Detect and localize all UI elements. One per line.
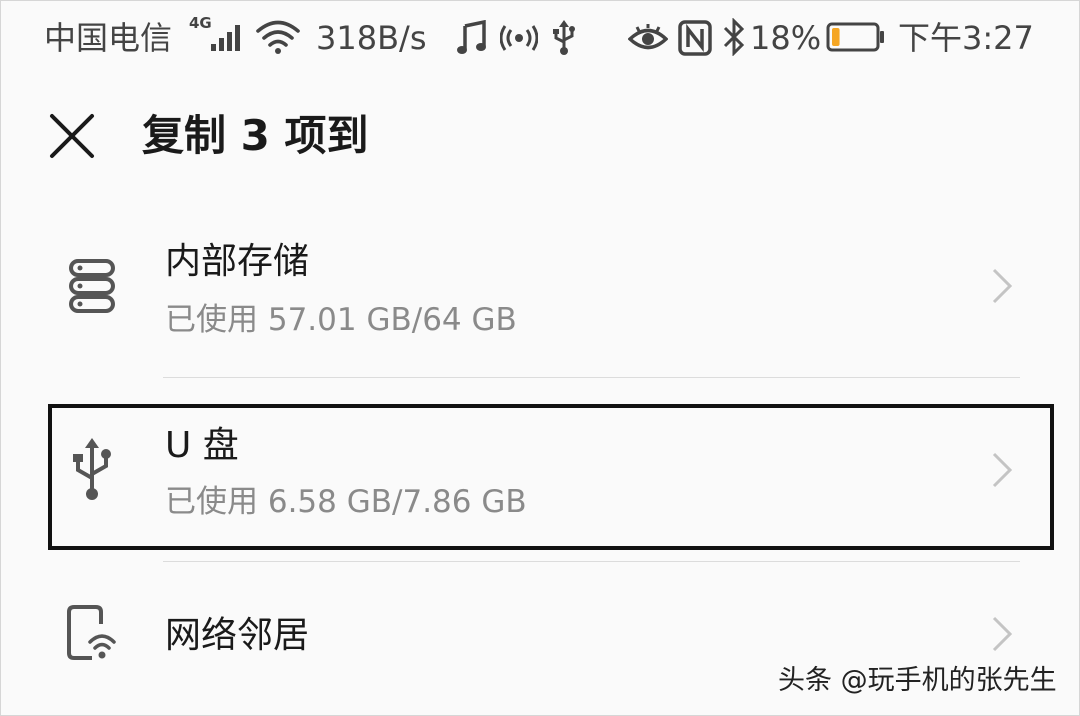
- music-icon: [457, 20, 486, 54]
- clock: 下午3:27: [898, 19, 1034, 57]
- storage-icon: [69, 259, 115, 313]
- network-speed: 318B/s: [316, 19, 427, 57]
- close-icon[interactable]: [46, 110, 98, 162]
- location-item-internal-storage[interactable]: 内部存储 已使用 57.01 GB/64 GB: [0, 220, 1080, 380]
- battery-percent: 18%: [750, 19, 822, 57]
- wifi-icon: [256, 20, 300, 54]
- watermark: 头条 @玩手机的张先生: [778, 665, 1057, 696]
- location-usage: 已使用 57.01 GB/64 GB: [165, 302, 517, 338]
- network-neighborhood-icon: [67, 605, 116, 660]
- nfc-icon: [678, 20, 712, 56]
- highlight-box: [48, 404, 1054, 550]
- hotspot-icon: [500, 25, 538, 51]
- location-title: 网络邻居: [165, 615, 310, 656]
- location-title: 内部存储: [165, 241, 310, 282]
- usb-icon: [553, 20, 575, 55]
- status-bar: 中国电信 4G 318B/s 18% 下午3:27: [0, 0, 1080, 78]
- chevron-right-icon: [992, 616, 1013, 652]
- network-type: 4G: [189, 14, 212, 32]
- divider: [163, 377, 1020, 378]
- eye-icon: [628, 24, 668, 50]
- bluetooth-icon: [723, 18, 745, 56]
- carrier-name: 中国电信: [44, 19, 173, 57]
- chevron-right-icon: [992, 268, 1013, 304]
- signal-icon: [211, 25, 240, 51]
- page-title: 复制 3 项到: [142, 111, 369, 160]
- battery-icon: [826, 22, 884, 52]
- divider: [163, 561, 1020, 562]
